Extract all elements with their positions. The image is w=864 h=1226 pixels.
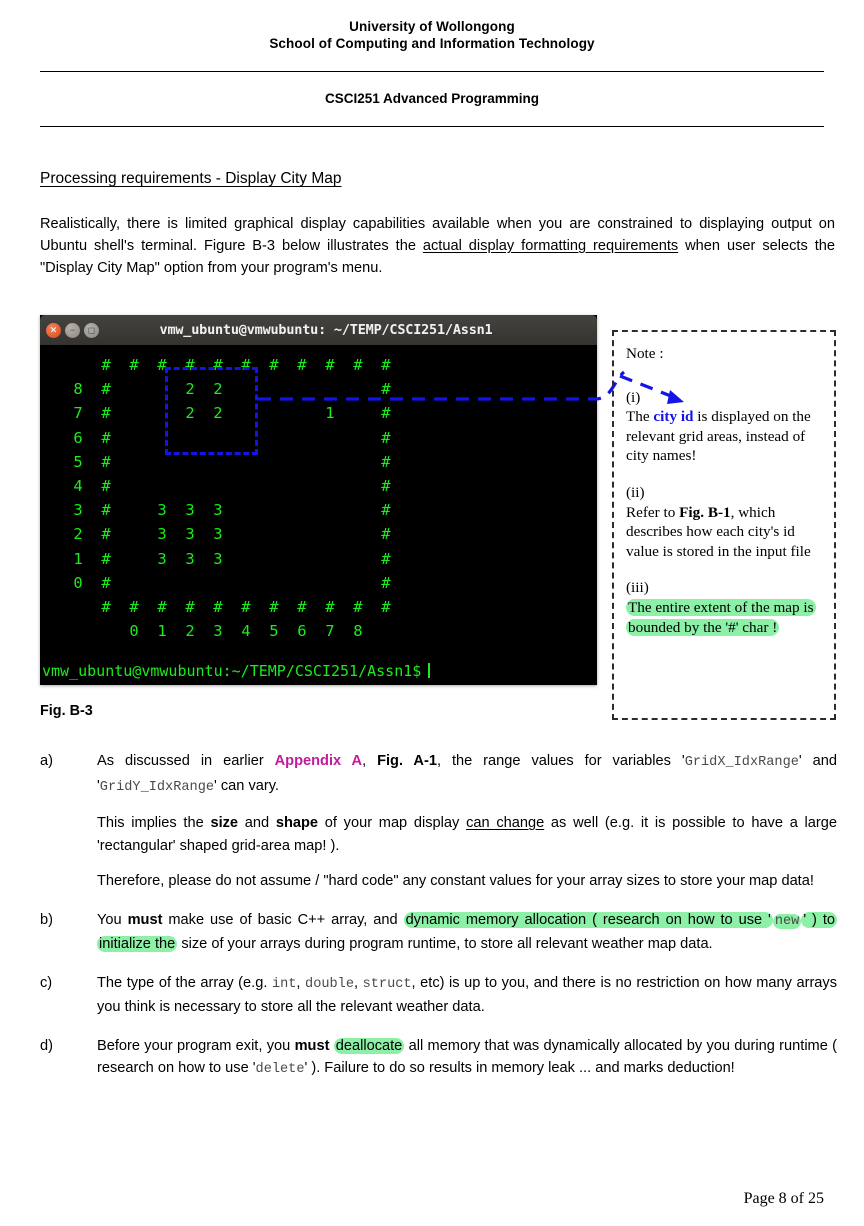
terminal-body[interactable]: # # # # # # # # # # # 8 # 2 2 # 7 # 2 2 … xyxy=(40,345,597,685)
text-segment: deallocate xyxy=(333,1037,405,1054)
requirement-paragraph: This implies the size and shape of your … xyxy=(97,812,837,857)
text-segment: , the range values for variables ' xyxy=(436,753,685,769)
requirement-item: b) You must make use of basic C++ array, … xyxy=(40,909,838,956)
text-segment: Before your program exit, you xyxy=(97,1037,295,1054)
text-segment: , xyxy=(296,974,306,991)
text-segment: make use of basic C++ array, and xyxy=(162,911,404,928)
text-segment: size of your arrays during program runti… xyxy=(177,936,713,952)
city-map-grid: # # # # # # # # # # # 8 # 2 2 # 7 # 2 2 … xyxy=(73,356,391,641)
text-segment: As discussed in earlier xyxy=(97,753,275,769)
note-item-ii-label: (ii) xyxy=(626,483,645,501)
university-name: University of Wollongong xyxy=(349,19,515,34)
page-number: Page 8 of 25 xyxy=(743,1190,824,1207)
text-segment: and xyxy=(238,815,276,831)
terminal-prompt: vmw_ubuntu@vmwubuntu:~/TEMP/CSCI251/Assn… xyxy=(42,662,431,680)
requirement-item-body: The type of the array (e.g. int, double,… xyxy=(97,972,837,1019)
text-segment: This implies the xyxy=(97,815,211,831)
text-segment: ' can vary. xyxy=(214,777,279,794)
requirement-item: c) The type of the array (e.g. int, doubl… xyxy=(40,972,837,1019)
prompt-text: vmw_ubuntu@vmwubuntu:~/TEMP/CSCI251/Assn… xyxy=(42,662,422,680)
text-segment: delete xyxy=(255,1062,305,1077)
requirement-item-body: Before your program exit, you must deall… xyxy=(97,1035,837,1082)
requirement-item: a) As discussed in earlier Appendix A, Fi… xyxy=(40,750,837,893)
requirement-item-label: c) xyxy=(40,974,53,991)
requirement-paragraph: The type of the array (e.g. int, double,… xyxy=(97,972,837,1019)
note-iii-highlighted: The entire extent of the map is bounded … xyxy=(626,598,816,636)
text-segment: size xyxy=(210,815,239,831)
text-segment: You xyxy=(97,911,128,928)
requirement-paragraph: Before your program exit, you must deall… xyxy=(97,1035,837,1082)
header-divider-bottom xyxy=(40,126,824,127)
text-segment: GridX_IdxRange xyxy=(684,755,799,770)
note-ii-before: Refer to xyxy=(626,503,680,521)
text-segment: dynamic memory allocation ( research on … xyxy=(403,911,773,928)
text-segment: Appendix A xyxy=(274,753,363,769)
text-segment: struct xyxy=(362,976,412,992)
requirement-paragraph: Therefore, please do not assume / "hard … xyxy=(97,870,837,893)
note-spacer-1 xyxy=(626,466,824,483)
note-i-before: The xyxy=(626,408,654,426)
terminal-titlebar: ✕ − ◻ vmw_ubuntu@vmwubuntu: ~/TEMP/CSCI2… xyxy=(40,315,597,345)
requirement-item: d) Before your program exit, you must dea… xyxy=(40,1035,837,1082)
minimize-icon[interactable]: − xyxy=(65,322,80,338)
text-segment: Fig. A-1 xyxy=(377,753,437,769)
text-segment: must xyxy=(127,911,163,928)
intro-paragraph: Realistically, there is limited graphica… xyxy=(40,213,835,279)
text-segment: must xyxy=(294,1037,330,1054)
requirement-item-body: As discussed in earlier Appendix A, Fig.… xyxy=(97,750,837,893)
maximize-icon[interactable]: ◻ xyxy=(84,322,99,338)
terminal-title: vmw_ubuntu@vmwubuntu: ~/TEMP/CSCI251/Ass… xyxy=(159,322,493,338)
note-ii-figure-ref: Fig. B-1 xyxy=(679,503,731,521)
requirement-item-label: a) xyxy=(40,753,53,769)
text-segment: can change xyxy=(466,815,545,831)
intro-underlined-phrase: actual display formatting requirements xyxy=(422,238,679,254)
terminal-cursor xyxy=(428,663,431,678)
close-icon[interactable]: ✕ xyxy=(46,322,61,338)
terminal-window: ✕ − ◻ vmw_ubuntu@vmwubuntu: ~/TEMP/CSCI2… xyxy=(40,315,597,685)
requirement-paragraph: As discussed in earlier Appendix A, Fig.… xyxy=(97,750,837,799)
note-spacer-2 xyxy=(626,561,824,578)
text-segment: of your map display xyxy=(318,815,467,831)
note-item-ii-text: Refer to Fig. B-1, which describes how e… xyxy=(626,503,824,562)
requirement-item-body: You must make use of basic C++ array, an… xyxy=(97,909,838,956)
requirement-paragraph: You must make use of basic C++ array, an… xyxy=(97,909,838,956)
note-i-keyword: city id xyxy=(653,408,694,426)
course-title: CSCI251 Advanced Programming xyxy=(324,91,540,106)
text-segment: int xyxy=(271,976,297,992)
requirements-list: a) As discussed in earlier Appendix A, Fi… xyxy=(40,750,838,1098)
page-header: University of Wollongong School of Compu… xyxy=(40,18,824,52)
note-item-iii-label: (iii) xyxy=(626,579,649,597)
note-box: Note : (i) The city id is displayed on t… xyxy=(612,330,836,720)
note-title: Note : xyxy=(626,345,664,362)
header-divider-top xyxy=(40,71,824,72)
requirement-item-label: b) xyxy=(40,911,53,928)
text-segment: double xyxy=(305,976,354,992)
text-segment: shape xyxy=(275,815,319,831)
text-segment: The type of the array (e.g. xyxy=(97,974,272,991)
section-title: Processing requirements - Display City M… xyxy=(40,170,342,187)
note-item-i-text: The city id is displayed on the relevant… xyxy=(626,407,824,466)
note-item-i-label: (i) xyxy=(626,388,641,406)
school-name: School of Computing and Information Tech… xyxy=(269,36,595,51)
text-segment: GridY_IdxRange xyxy=(99,779,215,795)
requirement-item-label: d) xyxy=(40,1037,53,1054)
text-segment: , xyxy=(353,974,363,991)
text-segment: ' ). Failure to do so results in memory … xyxy=(304,1060,735,1076)
note-item-iii-text: The entire extent of the map is bounded … xyxy=(626,598,824,637)
text-segment: new xyxy=(772,913,802,929)
text-segment: Therefore, please do not assume / "hard … xyxy=(97,873,814,889)
text-segment: , xyxy=(362,753,378,769)
figure-caption: Fig. B-3 xyxy=(40,703,93,719)
